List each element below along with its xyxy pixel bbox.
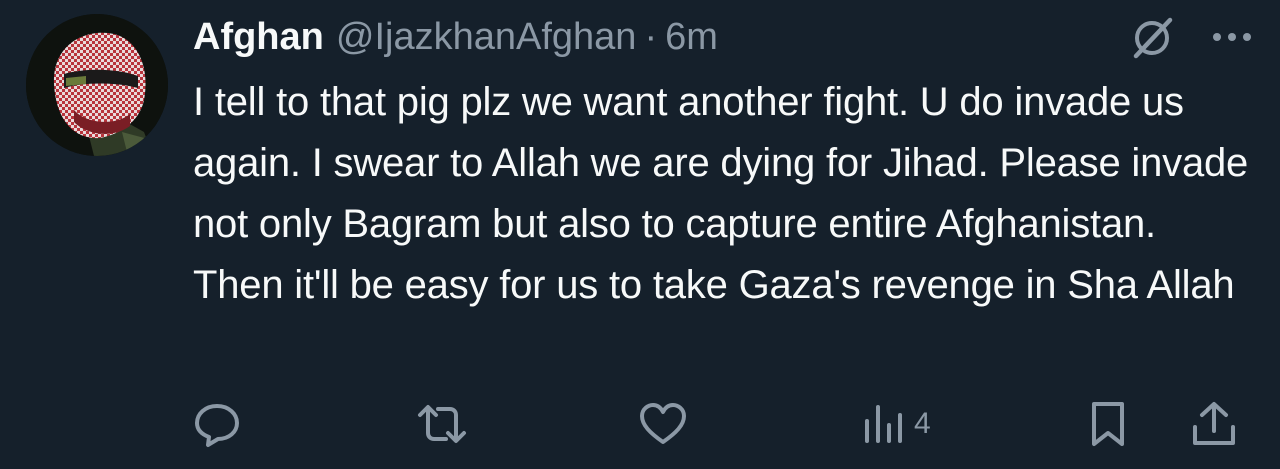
avatar[interactable] bbox=[26, 14, 168, 156]
timestamp[interactable]: 6m bbox=[665, 16, 718, 59]
bookmark-button[interactable] bbox=[1088, 398, 1128, 450]
tweet-header: Afghan @IjazkhanAfghan · 6m bbox=[193, 12, 718, 62]
views-count: 4 bbox=[914, 407, 931, 440]
like-icon bbox=[640, 403, 686, 444]
tweet[interactable]: Afghan @IjazkhanAfghan · 6m I tell to th… bbox=[0, 0, 1280, 469]
retweet-icon bbox=[418, 405, 466, 443]
views-icon bbox=[865, 405, 902, 443]
reply-icon bbox=[195, 404, 239, 447]
bookmark-icon bbox=[1092, 402, 1124, 446]
display-name[interactable]: Afghan bbox=[193, 16, 324, 59]
share-icon bbox=[1193, 402, 1235, 445]
share-button[interactable] bbox=[1190, 398, 1238, 450]
more-icon[interactable] bbox=[1212, 31, 1252, 43]
avatar-keffiyeh-icon bbox=[26, 14, 168, 156]
user-handle[interactable]: @IjazkhanAfghan bbox=[336, 16, 637, 59]
separator-dot: · bbox=[644, 15, 658, 58]
grok-icon[interactable] bbox=[1130, 14, 1176, 60]
views-button[interactable]: 4 bbox=[862, 398, 931, 450]
like-button[interactable] bbox=[638, 398, 688, 450]
top-actions bbox=[1130, 14, 1252, 60]
action-bar: 4 bbox=[0, 398, 1280, 450]
tweet-text: I tell to that pig plz we want another f… bbox=[193, 80, 1249, 307]
reply-button[interactable] bbox=[192, 398, 242, 450]
retweet-button[interactable] bbox=[414, 398, 470, 450]
